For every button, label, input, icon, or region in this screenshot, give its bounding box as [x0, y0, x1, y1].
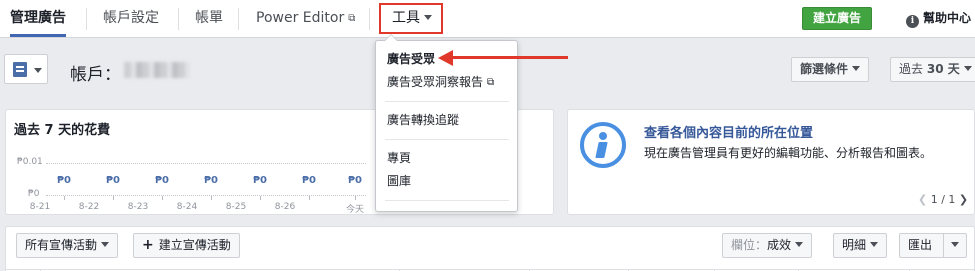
x-date-label: 今天: [345, 205, 364, 215]
plus-icon: +: [142, 237, 154, 253]
columns-value: 成效: [767, 238, 792, 252]
date-range-button[interactable]: 過去 30 天: [890, 57, 975, 82]
annotation-arrow-shaft: [451, 56, 568, 59]
menu-divider: [385, 139, 509, 140]
tab-power-editor[interactable]: Power Editor ⧉: [256, 0, 355, 37]
spend-title-days: 7: [44, 123, 54, 138]
external-link-icon: ⧉: [348, 13, 356, 24]
tab-separator: [178, 8, 179, 30]
tab-tools[interactable]: 工具: [379, 3, 443, 34]
chevron-down-icon: [951, 242, 959, 247]
chevron-down-icon: [101, 242, 110, 247]
filter-label: 篩選條件: [800, 62, 849, 76]
create-campaign-label: 建立宣傳活動: [158, 238, 231, 252]
menu-item-audiences[interactable]: 廣告受眾: [387, 50, 435, 67]
tools-label: 工具: [392, 10, 420, 26]
news-body-text: 現在廣告管理員有更好的編輯功能、分析報告和圖表。: [644, 146, 933, 160]
chevron-down-icon: [424, 15, 432, 20]
tab-manage-ads[interactable]: 管理廣告: [10, 0, 66, 37]
top-navigation: 管理廣告 帳戶設定 帳單 Power Editor ⧉ 工具 建立廣告 i 幫助中心: [0, 0, 975, 38]
help-center-link[interactable]: i 幫助中心: [906, 9, 971, 28]
tab-label: 帳戶設定: [103, 10, 159, 26]
tab-separator: [238, 8, 239, 30]
x-tick: [64, 196, 65, 200]
spend-value: ₱0: [155, 175, 169, 186]
x-tick: [309, 196, 310, 200]
campaign-toolbar: 所有宣傳活動 + 建立宣傳活動 欄位：成效 明細 匯出: [5, 226, 975, 271]
tab-label: Power Editor: [256, 10, 345, 26]
date-value: 30 天: [926, 62, 960, 76]
x-tick: [113, 196, 114, 200]
columns-dropdown[interactable]: 欄位：成效: [722, 233, 813, 258]
menu-item-conversion-tracking[interactable]: 廣告轉換追蹤: [387, 111, 459, 128]
account-label: 帳戶：: [70, 65, 121, 85]
export-options-button[interactable]: [943, 233, 967, 258]
spend-value: ₱0: [253, 175, 267, 186]
breakdown-label: 明細: [842, 238, 867, 252]
card-pager: ❮ 1 / 1 ❯: [918, 193, 968, 206]
x-tick: [355, 196, 356, 200]
news-title-link[interactable]: 查看各個內容目前的所在位置: [644, 122, 813, 141]
news-card: 查看各個內容目前的所在位置 現在廣告管理員有更好的編輯功能、分析報告和圖表。 ❮…: [567, 109, 975, 215]
info-icon: i: [906, 15, 919, 28]
x-date-label: 8-24: [176, 202, 198, 212]
tab-billing[interactable]: 帳單: [195, 0, 223, 37]
chevron-down-icon: [34, 68, 42, 73]
spend-value: ₱0: [204, 175, 218, 186]
info-icon: [580, 122, 626, 168]
tab-separator: [369, 8, 370, 30]
columns-prefix: 欄位：: [731, 238, 768, 252]
x-tick: [211, 196, 212, 200]
help-label: 幫助中心: [923, 11, 972, 25]
x-tick: [260, 196, 261, 200]
spend-title-prefix: 過去: [14, 123, 41, 138]
spend-title-suffix: 天的花費: [58, 123, 111, 138]
report-icon: [13, 62, 27, 77]
gridline: [46, 163, 366, 164]
filter-button[interactable]: 篩選條件: [791, 57, 870, 82]
breakdown-dropdown[interactable]: 明細: [833, 233, 888, 258]
chevron-down-icon: [795, 242, 804, 247]
menu-item-pages[interactable]: 專頁: [387, 149, 411, 166]
x-date-label: 8-26: [274, 202, 296, 212]
chevron-down-icon: [963, 66, 972, 71]
tab-label: 帳單: [195, 10, 223, 26]
y-axis-bottom-label: ₱0: [28, 189, 40, 199]
chevron-down-icon: [852, 66, 861, 71]
baseline: [46, 195, 366, 196]
spend-value: ₱0: [348, 175, 362, 186]
all-campaigns-label: 所有宣傳活動: [25, 238, 98, 252]
tab-separator: [86, 8, 87, 30]
chevron-down-icon: [870, 242, 879, 247]
account-name-redacted: [124, 62, 190, 78]
create-campaign-button[interactable]: + 建立宣傳活動: [133, 233, 240, 258]
account-menu-button[interactable]: [4, 54, 48, 84]
menu-divider: [385, 200, 509, 201]
x-date-label: 8-22: [78, 202, 100, 212]
all-campaigns-dropdown[interactable]: 所有宣傳活動: [16, 233, 119, 258]
chevron-left-icon[interactable]: ❮: [918, 193, 927, 206]
spend-value: ₱0: [302, 175, 316, 186]
menu-divider: [385, 101, 509, 102]
tab-label: 管理廣告: [10, 10, 66, 26]
export-button[interactable]: 匯出: [899, 233, 944, 258]
menu-item-label: 廣告受眾洞察報告: [387, 75, 484, 89]
pager-text: 1 / 1: [930, 193, 956, 206]
y-axis-top-label: ₱0.01: [17, 157, 43, 167]
spend-value: ₱0: [57, 175, 71, 186]
tab-account-settings[interactable]: 帳戶設定: [103, 0, 159, 37]
menu-item-audience-insights[interactable]: 廣告受眾洞察報告 ⧉: [387, 73, 494, 90]
external-link-icon: ⧉: [487, 77, 495, 88]
date-prefix: 過去: [899, 62, 924, 76]
menu-item-image-library[interactable]: 圖庫: [387, 172, 411, 189]
spend-card-title: 過去 7 天的花費: [14, 119, 110, 138]
x-tick: [162, 196, 163, 200]
chevron-right-icon[interactable]: ❯: [959, 193, 968, 206]
create-ad-button[interactable]: 建立廣告: [802, 7, 872, 30]
annotation-arrow-icon: [438, 50, 453, 66]
spend-value: ₱0: [106, 175, 120, 186]
x-date-label: 8-25: [225, 202, 247, 212]
x-date-label: 8-21: [29, 202, 51, 212]
x-date-label: 8-23: [127, 202, 149, 212]
